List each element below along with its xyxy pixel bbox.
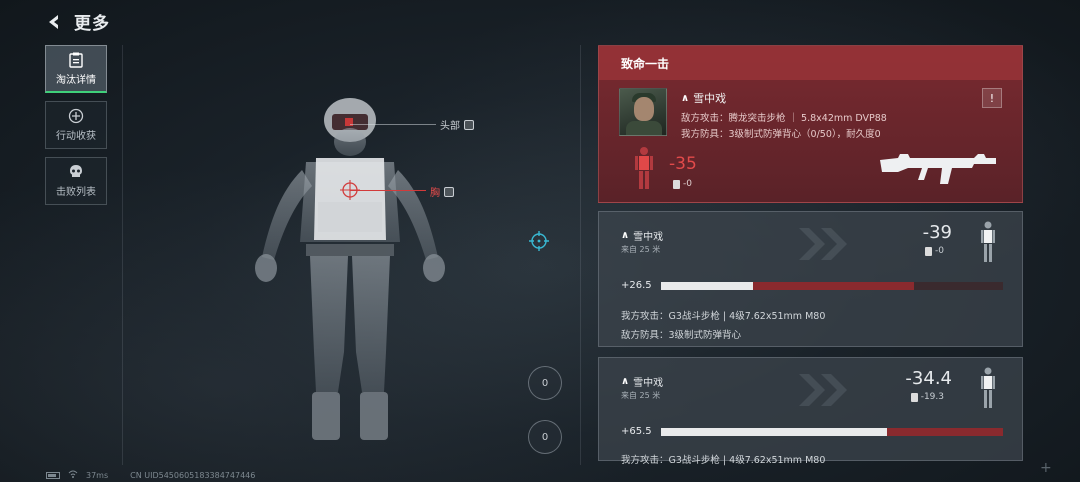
assault-rifle-icon (878, 146, 998, 194)
health-bar-damage (753, 282, 914, 290)
toggle-view-button[interactable]: 0 (528, 420, 562, 454)
report-warning-button[interactable]: ! (982, 88, 1002, 108)
enemy-name: ∧ 雪中戏 (681, 90, 726, 106)
attacker-name-text: 雪中戏 (633, 232, 664, 243)
health-bar-remaining (661, 282, 753, 290)
hit-armor-damage: -19.3 (910, 392, 944, 402)
rank-chevron-icon: ∧ (621, 376, 630, 387)
status-footer: 37ms CN UID5450605183384747446 (46, 470, 255, 480)
hit-damage-value: -39 (922, 222, 952, 243)
armor-damage-text: -0 (683, 179, 692, 189)
nav-item-action-gains[interactable]: 行动收获 (45, 101, 107, 149)
health-bar (661, 282, 1003, 290)
chevrons-right-icon (795, 370, 855, 414)
rotate-icon: 0 (541, 377, 549, 389)
ping-value: 37ms (86, 470, 109, 480)
chest-hit-label: 胸 (430, 184, 454, 199)
health-bar-remaining (661, 428, 887, 436)
hit-distance: 来自 25 米 (621, 245, 661, 254)
health-bar (661, 428, 1003, 436)
nav-label: 淘汰详情 (56, 74, 96, 86)
page-title: 更多 (74, 14, 110, 34)
top-bar: 更多 (44, 9, 110, 34)
enemy-armor-line: 敌方防具：3级制式防弹背心 (621, 330, 742, 341)
wifi-icon (68, 470, 78, 480)
our-attack-line: 我方攻击：G3战斗步枪 | 4级7.62x51mm M80 (621, 311, 826, 322)
clipboard-icon (68, 52, 84, 68)
fatal-hit-header: 致命一击 (599, 46, 1022, 80)
hit-record-card[interactable]: ∧ 雪中戏 来自 25 米 -39 -0 +26.5 我方攻击：G3战斗步枪 |… (598, 211, 1023, 347)
character-model (240, 92, 460, 452)
left-nav: 淘汰详情 行动收获 击败列表 (45, 45, 107, 205)
medal-icon (68, 108, 84, 124)
chest-leader-line (350, 190, 426, 191)
head-label-text: 头部 (440, 121, 460, 132)
health-remaining: +65.5 (621, 426, 652, 437)
chest-label-text: 胸 (430, 188, 440, 199)
battery-icon (46, 471, 60, 479)
body-silhouette-icon (633, 146, 655, 194)
hit-armor-damage: -0 (925, 246, 944, 256)
crosshair-icon (528, 230, 550, 256)
vest-icon (910, 392, 918, 402)
divider-line (122, 45, 123, 465)
hit-record-card[interactable]: ∧ 雪中戏 来自 25 米 -34.4 -19.3 +65.5 我方攻击：G3战… (598, 357, 1023, 466)
body-silhouette-icon (980, 366, 996, 414)
vest-icon (673, 179, 680, 189)
nav-item-elimination-details[interactable]: 淘汰详情 (45, 45, 107, 93)
body-silhouette-icon (980, 220, 996, 268)
nav-item-defeat-list[interactable]: 击败列表 (45, 157, 107, 205)
attacker-name: ∧ 雪中戏 (621, 228, 663, 243)
our-armor-line: 我方防具：3级制式防弹背心（0/50），耐久度0 (681, 129, 881, 140)
divider-line (580, 45, 581, 465)
rank-chevron-icon: ∧ (681, 92, 690, 104)
head-leader-line (350, 124, 436, 125)
health-bar-damage (887, 428, 1003, 436)
attacker-name: ∧ 雪中戏 (621, 374, 663, 389)
hit-damage-value: -34.4 (905, 368, 952, 389)
fatal-armor-damage: -0 (673, 179, 692, 189)
fatal-hit-card: 致命一击 ∧ 雪中戏 敌方攻击：腾龙突击步枪 ｜ 5.8x42mm DVP88 … (598, 45, 1023, 203)
warning-icon: ! (989, 91, 995, 105)
vest-icon (925, 246, 933, 256)
attacker-name-text: 雪中戏 (633, 378, 664, 389)
armor-damage-text: -0 (935, 246, 944, 256)
nav-label: 行动收获 (56, 131, 96, 142)
health-remaining: +26.5 (621, 280, 652, 291)
skull-icon (68, 164, 84, 180)
vest-icon (444, 186, 454, 197)
armor-damage-text: -19.3 (920, 392, 944, 402)
nav-label: 击败列表 (56, 187, 96, 198)
rotate-view-button[interactable]: 0 (528, 366, 562, 400)
helmet-icon (464, 119, 474, 130)
user-uid: CN UID5450605183384747446 (130, 470, 256, 480)
chevrons-right-icon (795, 224, 855, 268)
head-hit-label: 头部 (440, 117, 474, 132)
plus-icon: + (1040, 460, 1052, 476)
fatal-damage-value: -35 (669, 154, 697, 174)
hit-distance: 来自 25 米 (621, 391, 661, 400)
rank-chevron-icon: ∧ (621, 230, 630, 241)
enemy-name-text: 雪中戏 (693, 92, 727, 105)
our-attack-line: 我方攻击：G3战斗步枪 | 4级7.62x51mm M80 (621, 455, 826, 466)
enemy-avatar (619, 88, 667, 136)
hand-icon: 0 (541, 431, 549, 443)
enemy-attack-line: 敌方攻击：腾龙突击步枪 ｜ 5.8x42mm DVP88 (681, 113, 887, 124)
back-arrow-icon[interactable] (44, 12, 64, 32)
